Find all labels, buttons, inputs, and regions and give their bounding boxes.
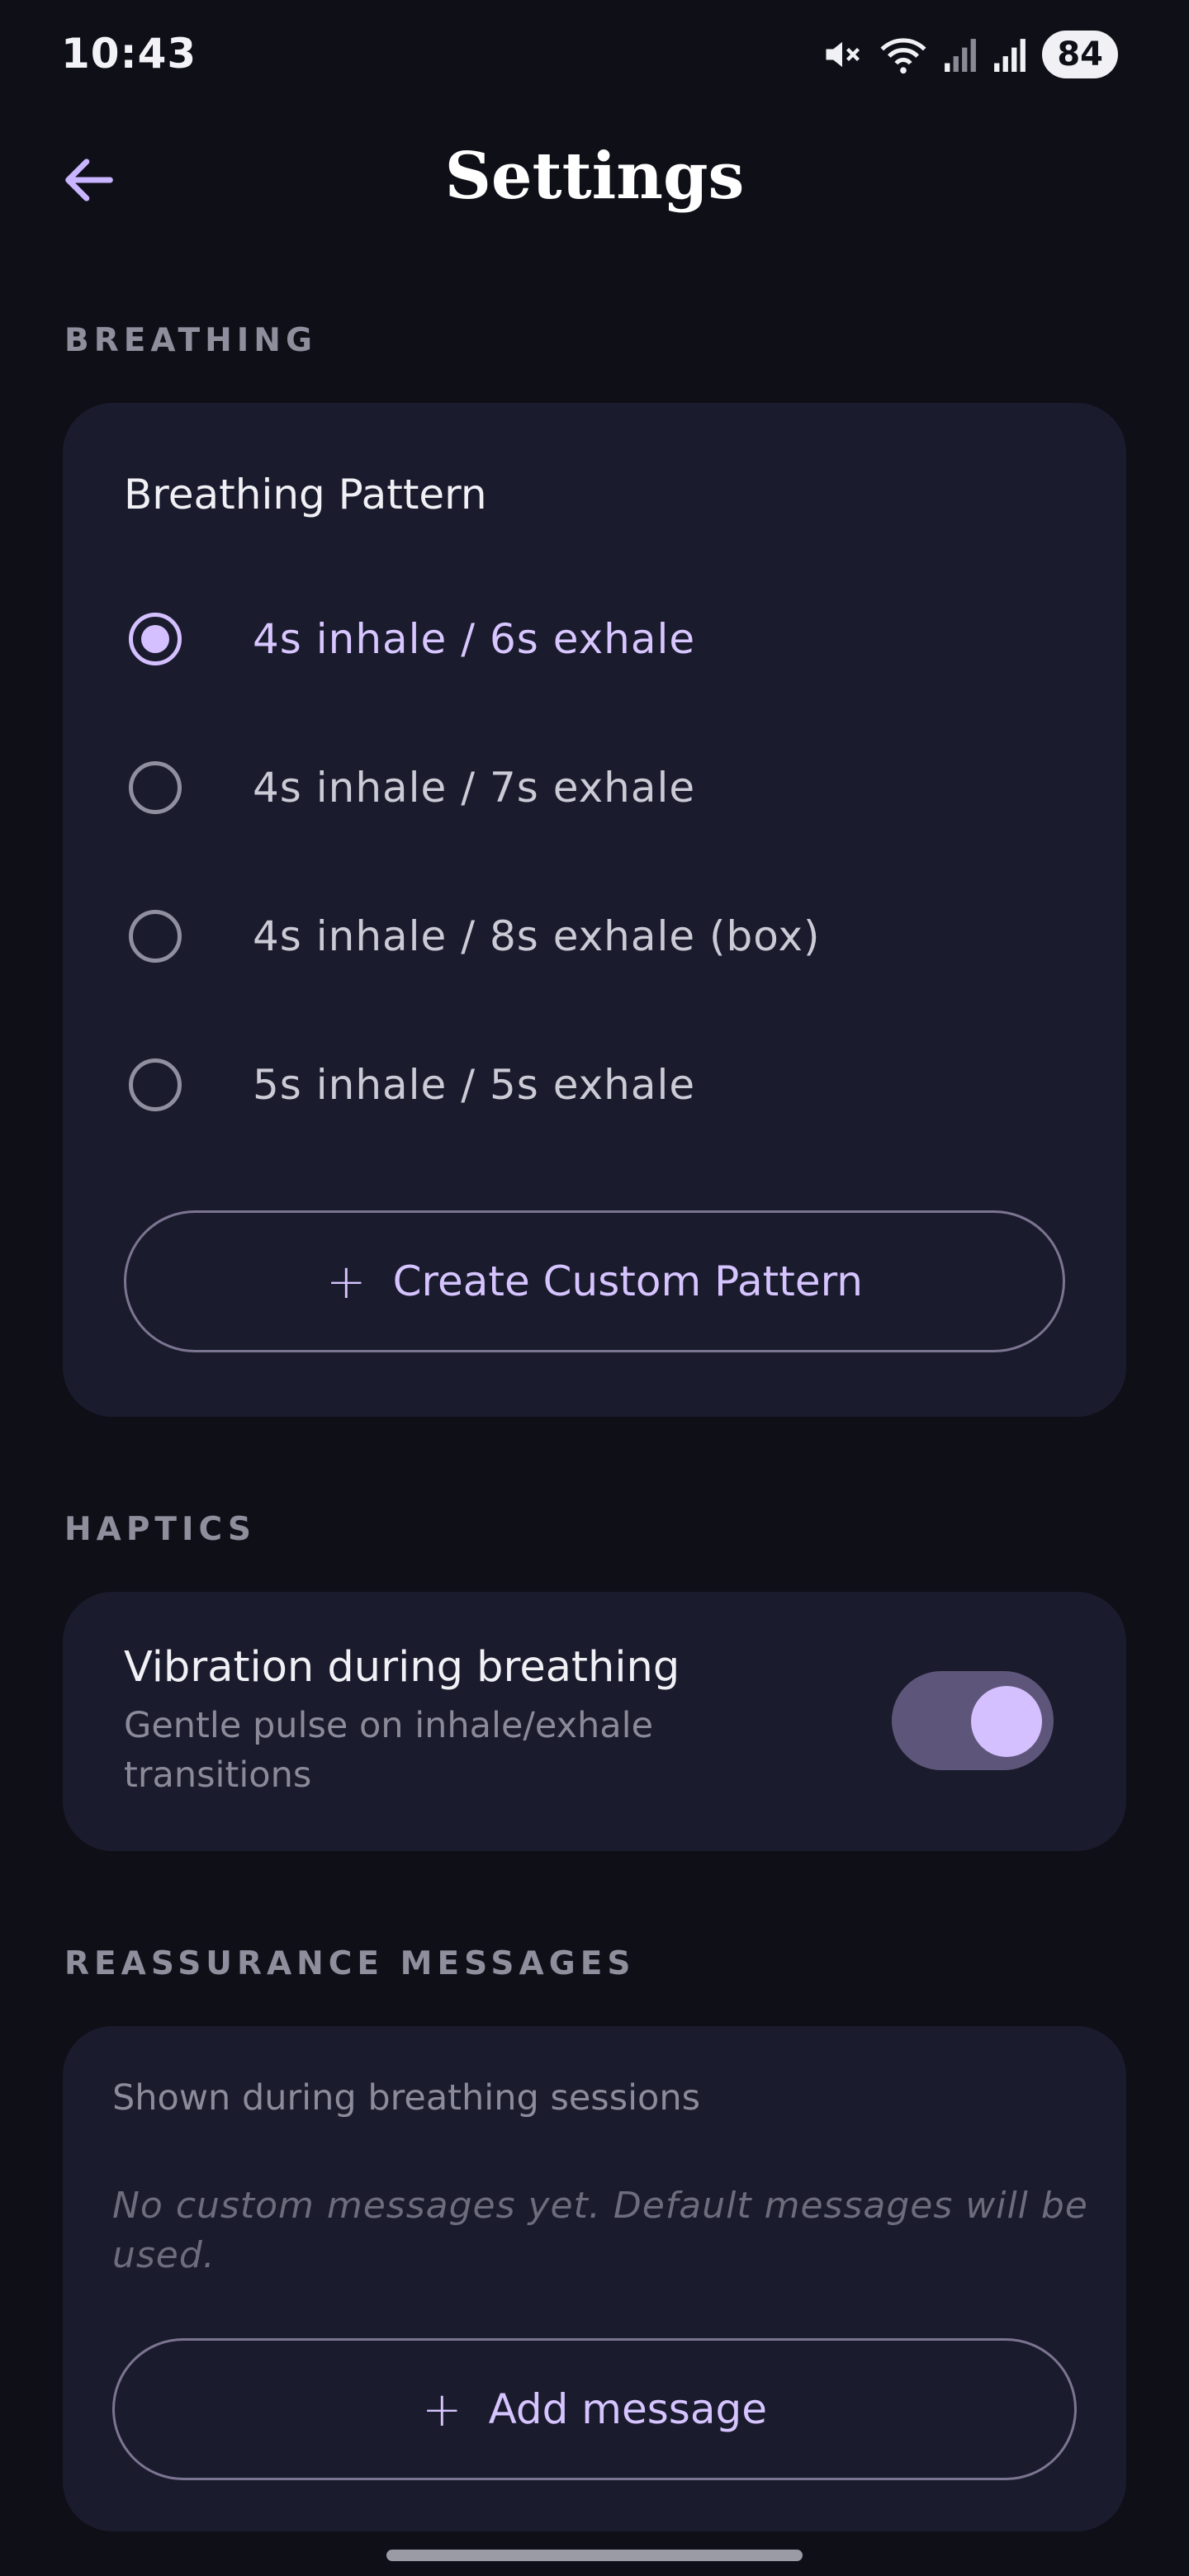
card-title: Breathing Pattern bbox=[124, 471, 487, 519]
vibration-subtitle-line: transitions bbox=[124, 1754, 312, 1796]
option-label: 4s inhale / 8s exhale (box) bbox=[253, 912, 821, 960]
battery-indicator: 84 bbox=[1042, 31, 1118, 78]
section-label-haptics: HAPTICS bbox=[64, 1511, 256, 1548]
vibration-title: Vibration during breathing bbox=[124, 1643, 680, 1692]
section-label-breathing: BREATHING bbox=[64, 322, 317, 359]
page-title: Settings bbox=[444, 139, 745, 214]
radio-button[interactable] bbox=[129, 761, 182, 814]
radio-button[interactable] bbox=[129, 1058, 182, 1111]
section-label-reassurance: REASSURANCE MESSAGES bbox=[64, 1945, 636, 1982]
empty-messages-text: No custom messages yet. Default messages… bbox=[112, 2181, 1088, 2280]
status-icons: 84 bbox=[821, 30, 1118, 79]
radio-button[interactable] bbox=[129, 910, 182, 963]
breathing-pattern-card: Breathing Pattern 4s inhale / 6s exhale … bbox=[63, 403, 1126, 1417]
button-label: Create Custom Pattern bbox=[392, 1257, 863, 1305]
reassurance-hint: Shown during breathing sessions bbox=[112, 2077, 701, 2119]
pattern-option[interactable]: 4s inhale / 8s exhale (box) bbox=[129, 887, 820, 986]
wifi-icon bbox=[880, 38, 926, 74]
mute-icon bbox=[826, 41, 860, 68]
plus-icon: + bbox=[421, 2381, 462, 2437]
pattern-option[interactable]: 4s inhale / 7s exhale bbox=[129, 738, 695, 837]
option-label: 4s inhale / 6s exhale bbox=[253, 615, 696, 663]
home-indicator[interactable] bbox=[386, 2550, 803, 2561]
plus-icon: + bbox=[326, 1253, 367, 1309]
status-time: 10:43 bbox=[61, 30, 197, 78]
empty-messages-line: No custom messages yet. Default messages… bbox=[112, 2185, 1088, 2227]
radio-button[interactable] bbox=[129, 613, 182, 665]
vibration-subtitle-line: Gentle pulse on inhale/exhale bbox=[124, 1705, 654, 1746]
signal-icon bbox=[994, 39, 1026, 72]
add-message-button[interactable]: + Add message bbox=[112, 2338, 1077, 2480]
button-label: Add message bbox=[488, 2385, 767, 2433]
create-custom-pattern-button[interactable]: + Create Custom Pattern bbox=[124, 1210, 1065, 1352]
option-label: 4s inhale / 7s exhale bbox=[253, 764, 696, 812]
vibration-toggle[interactable] bbox=[892, 1671, 1054, 1770]
reassurance-card: Shown during breathing sessions No custo… bbox=[63, 2026, 1126, 2531]
pattern-option[interactable]: 5s inhale / 5s exhale bbox=[129, 1035, 695, 1134]
signal-icon bbox=[945, 39, 977, 72]
toggle-knob bbox=[971, 1686, 1042, 1757]
empty-messages-line: used. bbox=[112, 2234, 216, 2276]
haptics-card: Vibration during breathing Gentle pulse … bbox=[63, 1592, 1126, 1851]
pattern-option[interactable]: 4s inhale / 6s exhale bbox=[129, 590, 695, 689]
option-label: 5s inhale / 5s exhale bbox=[253, 1061, 696, 1109]
vibration-subtitle: Gentle pulse on inhale/exhale transition… bbox=[124, 1701, 653, 1800]
